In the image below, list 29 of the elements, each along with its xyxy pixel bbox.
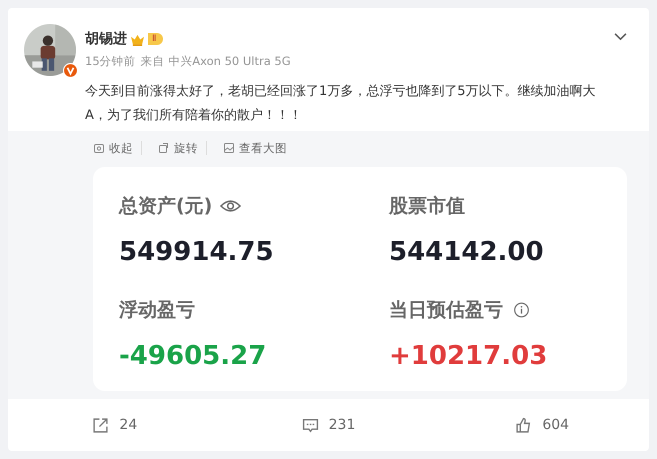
image-tool-button[interactable]: 旋转 xyxy=(150,140,198,156)
post-time: 15分钟前 xyxy=(85,54,136,69)
stat-value: 549914.75 xyxy=(119,237,275,267)
level-badge: Ⅱ xyxy=(148,33,164,45)
stat-value: 544142.00 xyxy=(389,237,545,267)
eye-icon[interactable] xyxy=(220,198,242,214)
author-name[interactable]: 胡锡进 xyxy=(85,30,127,48)
rotate-icon xyxy=(158,142,170,154)
thumbs-up-icon xyxy=(515,416,532,434)
image-icon xyxy=(223,142,235,154)
info-icon[interactable] xyxy=(511,302,532,318)
image-tool-button[interactable]: 查看大图 xyxy=(215,140,287,156)
post-source: 来自 中兴Axon 50 Ultra 5G xyxy=(140,54,291,69)
crown-icon xyxy=(130,32,145,46)
stat-value: +10217.03 xyxy=(389,341,548,371)
share-icon xyxy=(92,416,110,434)
action-button[interactable]: 231 xyxy=(222,399,436,451)
post-text: 今天到目前涨得太好了，老胡已经回涨了1万多，总浮亏也降到了5万以下。继续加油啊大A，为了我们所有陪着你的散户！！！ xyxy=(85,83,597,125)
stat-value: -49605.27 xyxy=(119,341,268,371)
collapse-icon xyxy=(93,142,105,154)
comment-icon xyxy=(302,416,319,434)
action-button[interactable]: 24 xyxy=(8,399,222,451)
action-button[interactable]: 604 xyxy=(435,399,650,451)
image-tool-button[interactable]: 收起 xyxy=(85,140,133,156)
stat-label: 当日预估盈亏 xyxy=(389,298,503,323)
stat-label: 浮动盈亏 xyxy=(119,298,195,323)
stat-label: 总资产(元) xyxy=(119,194,212,219)
stat-label: 股票市值 xyxy=(389,194,465,219)
chevron-down-icon[interactable] xyxy=(614,32,627,41)
